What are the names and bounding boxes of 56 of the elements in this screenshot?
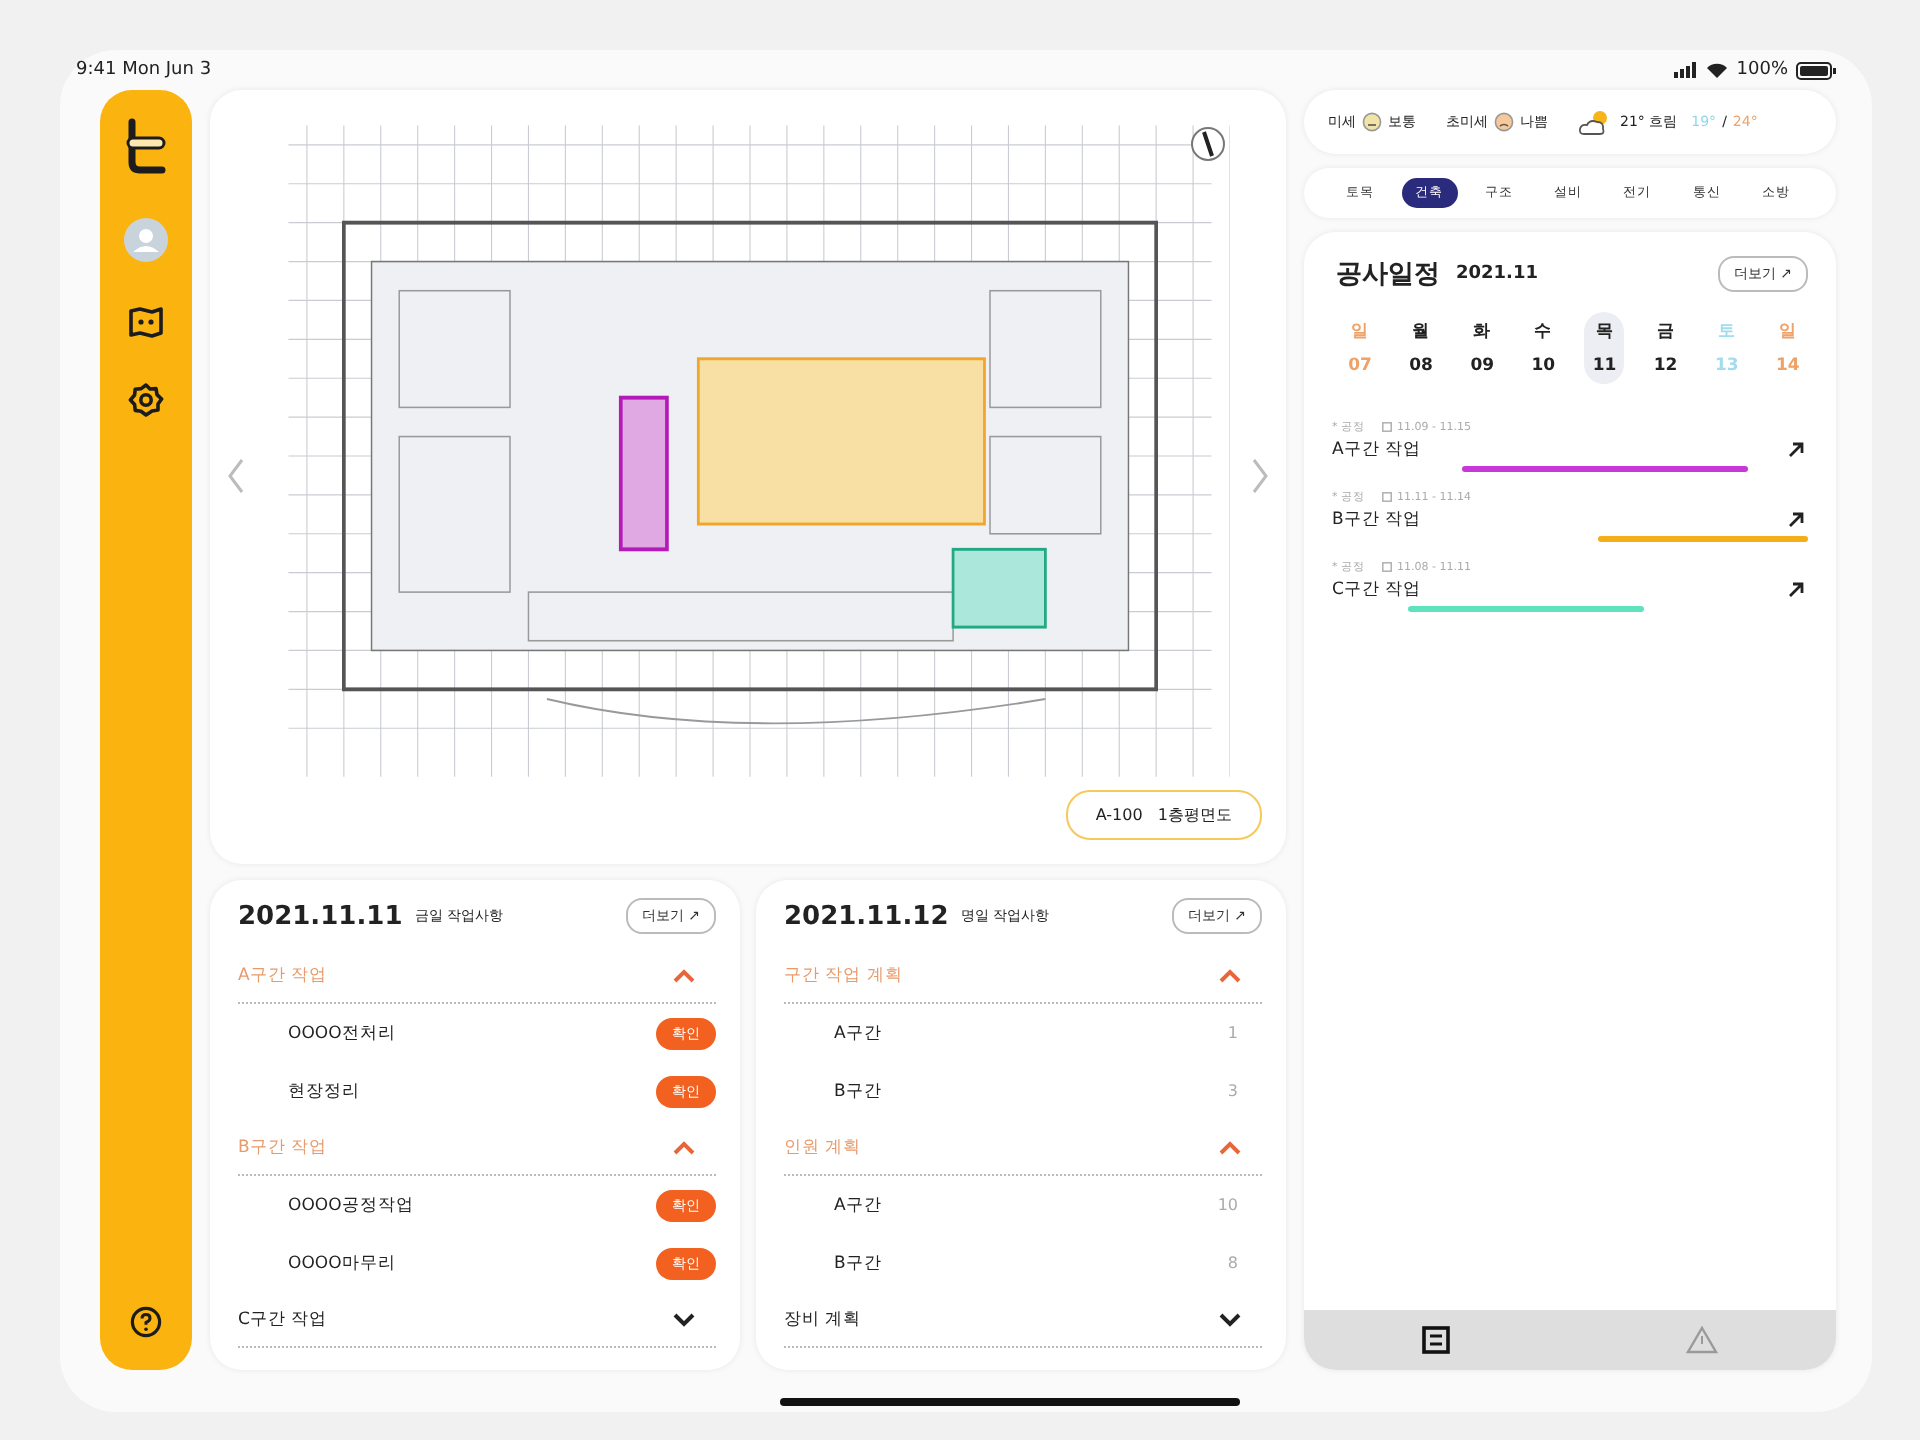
task-name: B구간	[834, 1251, 882, 1275]
status-time: 9:41 Mon Jun 3	[76, 60, 212, 80]
task-name: OOOO마무리	[288, 1251, 396, 1275]
task-name: 현장정리	[288, 1079, 360, 1103]
collapse-icon[interactable]	[1218, 1139, 1242, 1155]
calendar-day[interactable]: 목 11	[1584, 312, 1625, 384]
schedule-title: 공사일정	[1336, 258, 1440, 292]
calendar-icon	[1381, 562, 1391, 572]
task-name: OOOO전처리	[288, 1021, 396, 1045]
expand-icon[interactable]	[672, 1311, 696, 1327]
count-value: 1	[1227, 1024, 1240, 1042]
expand-icon[interactable]	[1218, 1311, 1242, 1327]
logo-icon[interactable]	[124, 118, 168, 174]
task-name: B구간	[834, 1079, 882, 1103]
document-icon[interactable]	[1422, 1326, 1450, 1354]
task-name: C구간 작업	[1332, 578, 1422, 602]
group-title: 장비 계획	[784, 1307, 862, 1331]
collapse-icon[interactable]	[672, 1139, 696, 1155]
map-icon[interactable]	[128, 306, 164, 338]
schedule-month: 2021.11	[1456, 264, 1538, 284]
open-arrow-icon[interactable]	[1788, 512, 1804, 528]
battery-icon	[1796, 61, 1836, 79]
group-title: C구간 작업	[238, 1307, 328, 1331]
sheet-selector-button[interactable]: A-100 1층평면도	[1065, 790, 1262, 840]
wifi-icon	[1706, 62, 1729, 78]
group-title: 구간 작업 계획	[784, 963, 903, 987]
calendar-day[interactable]: 월 08	[1401, 312, 1442, 384]
task-name: A구간	[834, 1021, 882, 1045]
group-title: A구간 작업	[238, 963, 328, 987]
help-icon[interactable]	[130, 1306, 162, 1338]
open-arrow-icon[interactable]	[1788, 582, 1804, 598]
settings-icon[interactable]	[128, 382, 164, 418]
open-arrow-icon[interactable]	[1788, 442, 1804, 458]
task-name: B구간 작업	[1332, 508, 1422, 532]
face-icon	[1362, 112, 1382, 132]
count-value: 10	[1217, 1196, 1240, 1214]
compass-icon	[1190, 126, 1226, 162]
task-name: A구간	[834, 1193, 882, 1217]
collapse-icon[interactable]	[672, 967, 696, 983]
calendar-day[interactable]: 금 12	[1645, 312, 1686, 384]
work-date: 2021.11.12	[784, 901, 949, 931]
calendar-icon	[1381, 422, 1391, 432]
calendar-day[interactable]: 화 09	[1462, 312, 1503, 384]
battery-percent: 100%	[1736, 60, 1788, 80]
collapse-icon[interactable]	[1218, 967, 1242, 983]
group-title: 인원 계획	[784, 1135, 862, 1159]
count-value: 3	[1227, 1082, 1240, 1100]
calendar-icon	[1381, 492, 1391, 502]
work-date: 2021.11.11	[238, 901, 403, 931]
face-icon	[1494, 112, 1514, 132]
task-name: A구간 작업	[1332, 438, 1422, 462]
calendar-day[interactable]: 수 10	[1523, 312, 1564, 384]
task-name: OOOO공정작업	[288, 1193, 414, 1217]
signal-icon	[1674, 62, 1699, 78]
group-title: B구간 작업	[238, 1135, 328, 1159]
count-value: 8	[1227, 1254, 1240, 1272]
